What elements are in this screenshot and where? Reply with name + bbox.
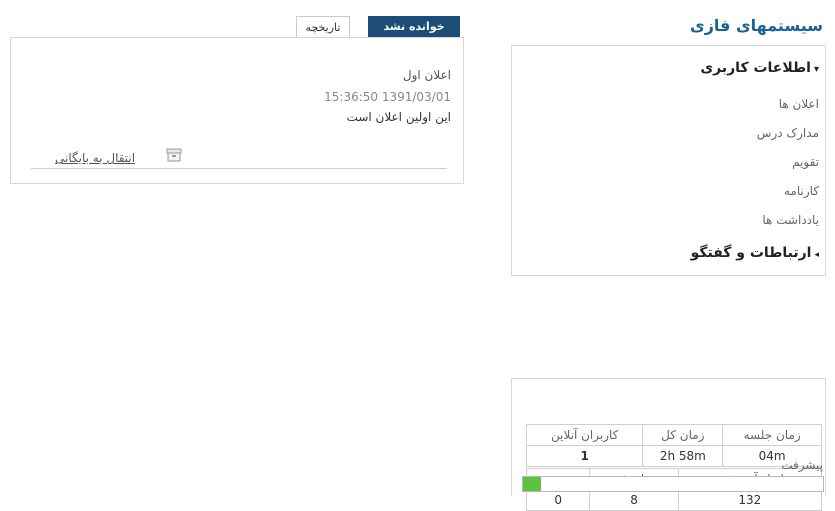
total-time-value: 2h 58m bbox=[642, 445, 724, 467]
announcement-datetime: 15:36:50 1391/03/01 bbox=[324, 90, 451, 104]
announcement-title: اعلان اول bbox=[402, 68, 451, 82]
nav-list: اعلان ها مدارک درس تقویم کارنامه یادداشت… bbox=[529, 90, 819, 235]
nav-item-notes[interactable]: یادداشت ها bbox=[529, 206, 819, 235]
nav-item-calendar[interactable]: تقویم bbox=[529, 148, 819, 177]
nav-item-report-card[interactable]: کارنامه bbox=[529, 177, 819, 206]
caret-left-icon: ◂ bbox=[814, 250, 819, 260]
site-title: سیستمهای فازی bbox=[690, 16, 823, 35]
caret-down-icon: ▾ bbox=[813, 64, 819, 75]
progress-fill bbox=[523, 477, 541, 491]
nav-section-user-info[interactable]: ▾اطلاعات کاربری bbox=[700, 60, 819, 76]
online-users-header: کاربران آنلاین bbox=[525, 424, 644, 446]
announcement-panel: اعلان اول 15:36:50 1391/03/01 این اولین … bbox=[10, 37, 464, 184]
failed-value: 0 bbox=[525, 489, 591, 511]
total-time-header: زمان کل bbox=[642, 424, 724, 446]
nav-section-user-info-label: اطلاعات کاربری bbox=[700, 60, 811, 76]
nav-item-course-documents[interactable]: مدارک درس bbox=[529, 119, 819, 148]
progress-label: پیشرفت bbox=[781, 458, 823, 472]
progress-bar bbox=[522, 476, 824, 492]
learning-tools-value: 132 bbox=[677, 489, 823, 511]
divider bbox=[31, 168, 447, 169]
session-stats-table: زمان جلسه زمان کل کاربران آنلاین 04m 2h … bbox=[525, 424, 822, 467]
tab-history[interactable]: تاریخچه bbox=[296, 16, 350, 38]
completed-value: 8 bbox=[589, 489, 679, 511]
navigation-panel: ▾اطلاعات کاربری اعلان ها مدارک درس تقویم… bbox=[511, 45, 826, 276]
move-to-archive-link[interactable]: انتقال به بایگانی bbox=[55, 151, 135, 165]
nav-section-communication[interactable]: ◂ارتباطات و گفتگو bbox=[691, 245, 819, 261]
nav-section-communication-label: ارتباطات و گفتگو bbox=[690, 245, 812, 261]
online-users-value: 1 bbox=[525, 445, 644, 467]
tab-unread[interactable]: خوانده نشد bbox=[368, 16, 460, 38]
archive-icon[interactable] bbox=[166, 148, 182, 162]
announcement-text: این اولین اعلان است bbox=[346, 110, 451, 124]
session-time-header: زمان جلسه bbox=[722, 424, 822, 446]
nav-item-announcements[interactable]: اعلان ها bbox=[529, 90, 819, 119]
